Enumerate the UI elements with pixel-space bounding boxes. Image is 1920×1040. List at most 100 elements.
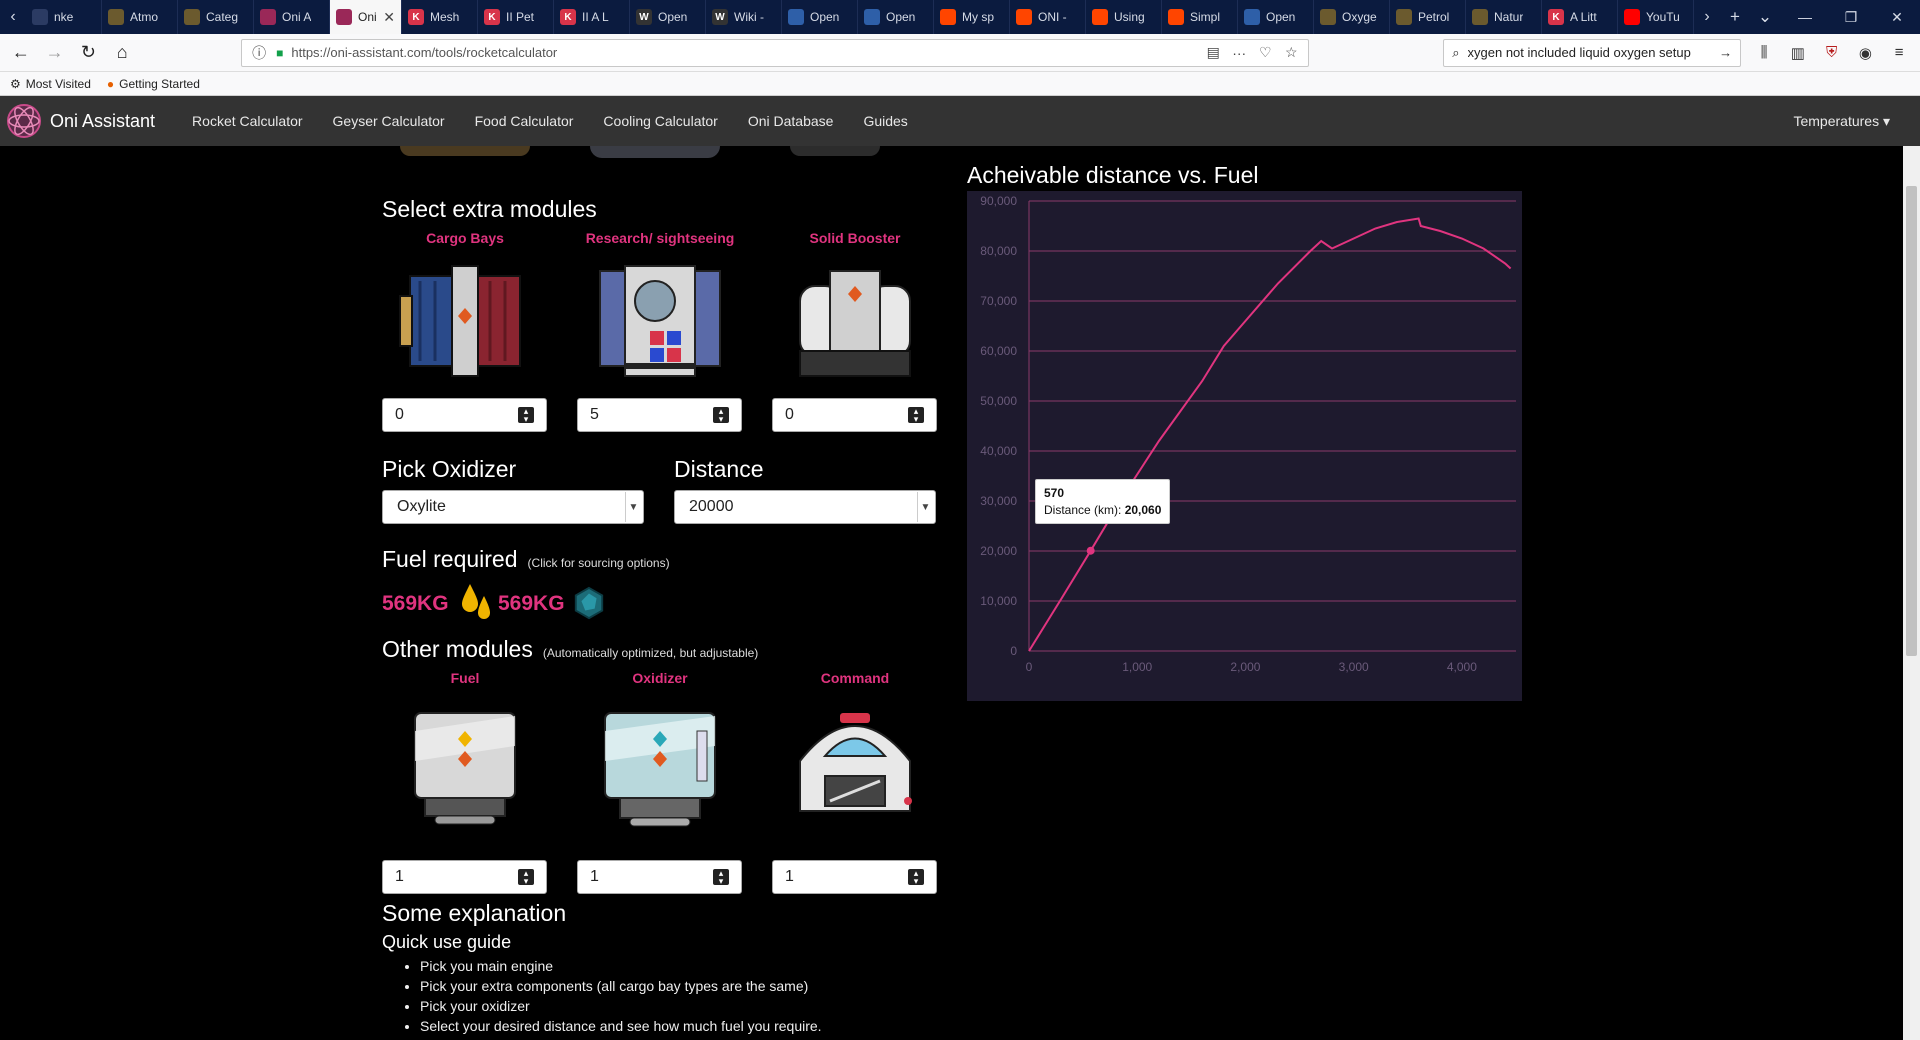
search-go-icon[interactable]: → [1719, 45, 1732, 60]
browser-tab[interactable]: My sp [934, 0, 1010, 34]
nav-oni-database[interactable]: Oni Database [733, 113, 849, 129]
browser-tab[interactable]: W Open [630, 0, 706, 34]
browser-tab[interactable]: Open [782, 0, 858, 34]
chevron-down-icon[interactable]: ▼ [625, 492, 641, 522]
fuel-tank-icon[interactable] [390, 701, 540, 831]
browser-tab[interactable]: Natur [1466, 0, 1542, 34]
tab-scroll-right-icon[interactable]: › [1694, 0, 1720, 34]
browser-tab[interactable]: Using [1086, 0, 1162, 34]
research-stepper[interactable]: 5 ▴ ▾ [577, 398, 742, 432]
restore-icon[interactable]: ❐ [1828, 0, 1874, 34]
bookmark-getting-started[interactable]: ● Getting Started [107, 77, 200, 91]
browser-tab[interactable]: nke [26, 0, 102, 34]
url-bar[interactable]: ⓘ ■ https://oni-assistant.com/tools/rock… [241, 38, 1310, 67]
other-modules-heading: Other modules (Automatically optimized, b… [382, 636, 758, 663]
page-scrollbar[interactable] [1903, 146, 1920, 1040]
browser-tab[interactable]: Open [858, 0, 934, 34]
chevron-down-icon[interactable]: ▼ [917, 492, 933, 522]
command-stepper[interactable]: 1 ▴ ▾ [772, 860, 937, 894]
menu-icon[interactable]: ≡ [1884, 38, 1914, 68]
cargo-bays-value[interactable]: 0 [395, 406, 518, 424]
cargo-bays-stepper[interactable]: 0 ▴ ▾ [382, 398, 547, 432]
browser-tab[interactable]: Oxyge [1314, 0, 1390, 34]
nav-guides[interactable]: Guides [848, 113, 922, 129]
reload-icon[interactable]: ↻ [74, 38, 104, 68]
cargo-bay-icon[interactable] [390, 256, 540, 386]
browser-tab[interactable]: K Mesh [402, 0, 478, 34]
browser-tab[interactable]: Oni A ✕ [330, 0, 402, 34]
oxidizer-stepper[interactable]: 1 ▴ ▾ [577, 860, 742, 894]
back-icon[interactable]: ← [6, 38, 36, 68]
browser-tab[interactable]: K II Pet [478, 0, 554, 34]
stepper-arrows-icon[interactable]: ▴ ▾ [713, 407, 729, 424]
command-value[interactable]: 1 [785, 868, 908, 886]
sidebar-icon[interactable]: ▥ [1783, 38, 1813, 68]
stepper-arrows-icon[interactable]: ▴ ▾ [518, 869, 534, 886]
chart-container[interactable]: 0 10,000 20,000 30,000 40,000 50,000 60,000 70,… [967, 191, 1522, 701]
search-icon: ⌕ [1452, 44, 1460, 60]
temperatures-dropdown[interactable]: Temperatures ▾ [1793, 113, 1890, 130]
bookmark-most-visited[interactable]: ⚙ Most Visited [10, 77, 91, 91]
nav-rocket-calculator[interactable]: Rocket Calculator [177, 113, 318, 129]
forward-icon[interactable]: → [40, 38, 70, 68]
page-actions-icon[interactable]: ··· [1230, 45, 1248, 61]
browser-tab[interactable]: Simpl [1162, 0, 1238, 34]
search-text[interactable]: xygen not included liquid oxygen setup [1468, 45, 1712, 60]
url-text[interactable]: https://oni-assistant.com/tools/rocketca… [291, 45, 1196, 60]
tab-scroll-left-icon[interactable]: ‹ [0, 0, 26, 34]
library-icon[interactable]: ⫼ [1749, 38, 1779, 68]
browser-tab[interactable]: Petrol [1390, 0, 1466, 34]
solid-booster-stepper[interactable]: 0 ▴ ▾ [772, 398, 937, 432]
browser-tab[interactable]: Categ [178, 0, 254, 34]
command-capsule-icon[interactable] [780, 701, 930, 831]
oxidizer-tank-icon[interactable] [585, 701, 735, 831]
tab-close-icon[interactable]: ✕ [383, 9, 395, 26]
scrollbar-thumb[interactable] [1906, 186, 1917, 656]
browser-tab[interactable]: K A Litt [1542, 0, 1618, 34]
info-icon[interactable]: ⓘ [250, 43, 268, 63]
solid-booster-icon[interactable] [780, 256, 930, 386]
distance-heading: Distance [674, 456, 764, 482]
bookmark-star-icon[interactable]: ☆ [1282, 44, 1300, 61]
fuel-stepper[interactable]: 1 ▴ ▾ [382, 860, 547, 894]
fuel-amount-secondary[interactable]: 569KG [498, 592, 565, 616]
ublock-icon[interactable]: ⛨ [1817, 38, 1847, 68]
home-icon[interactable]: ⌂ [107, 38, 137, 68]
browser-tab[interactable]: ONI - [1010, 0, 1086, 34]
minimize-icon[interactable]: — [1782, 0, 1828, 34]
stepper-arrows-icon[interactable]: ▴ ▾ [518, 407, 534, 424]
account-icon[interactable]: ◉ [1850, 38, 1880, 68]
nav-food-calculator[interactable]: Food Calculator [460, 113, 589, 129]
tab-label: Atmo [130, 10, 159, 24]
fuel-value[interactable]: 1 [395, 868, 518, 886]
research-module-icon[interactable] [585, 256, 735, 386]
research-value[interactable]: 5 [590, 406, 713, 424]
browser-tab[interactable]: K II A L [554, 0, 630, 34]
browser-tab[interactable]: Open [1238, 0, 1314, 34]
reader-view-icon[interactable]: ▤ [1204, 44, 1222, 61]
browser-tab[interactable]: YouTu [1618, 0, 1694, 34]
distance-select[interactable]: 20000 ▼ [674, 490, 936, 524]
browser-tab[interactable]: W Wiki - [706, 0, 782, 34]
oxidizer-select[interactable]: Oxylite ▼ [382, 490, 644, 524]
search-bar[interactable]: ⌕ xygen not included liquid oxygen setup… [1443, 38, 1742, 67]
brand[interactable]: Oni Assistant [0, 103, 155, 139]
browser-tab[interactable]: Oni A [254, 0, 330, 34]
tab-list-dropdown-icon[interactable]: ⌄ [1750, 0, 1780, 34]
solid-booster-value[interactable]: 0 [785, 406, 908, 424]
stepper-arrows-icon[interactable]: ▴ ▾ [908, 869, 924, 886]
tab-favicon-icon: K [484, 9, 500, 25]
nav-cooling-calculator[interactable]: Cooling Calculator [588, 113, 732, 129]
distance-vs-fuel-chart[interactable]: 0 10,000 20,000 30,000 40,000 50,000 60,000 70,… [967, 191, 1522, 701]
petroleum-droplets-icon[interactable] [458, 582, 494, 626]
browser-tab[interactable]: Atmo [102, 0, 178, 34]
stepper-arrows-icon[interactable]: ▴ ▾ [713, 869, 729, 886]
stepper-arrows-icon[interactable]: ▴ ▾ [908, 407, 924, 424]
pocket-icon[interactable]: ♡ [1256, 44, 1274, 61]
oxylite-icon[interactable] [572, 586, 606, 620]
nav-geyser-calculator[interactable]: Geyser Calculator [318, 113, 460, 129]
oxidizer-module-value[interactable]: 1 [590, 868, 713, 886]
window-close-icon[interactable]: ✕ [1874, 0, 1920, 34]
new-tab-icon[interactable]: + [1720, 0, 1750, 34]
fuel-amount-primary[interactable]: 569KG [382, 592, 449, 616]
